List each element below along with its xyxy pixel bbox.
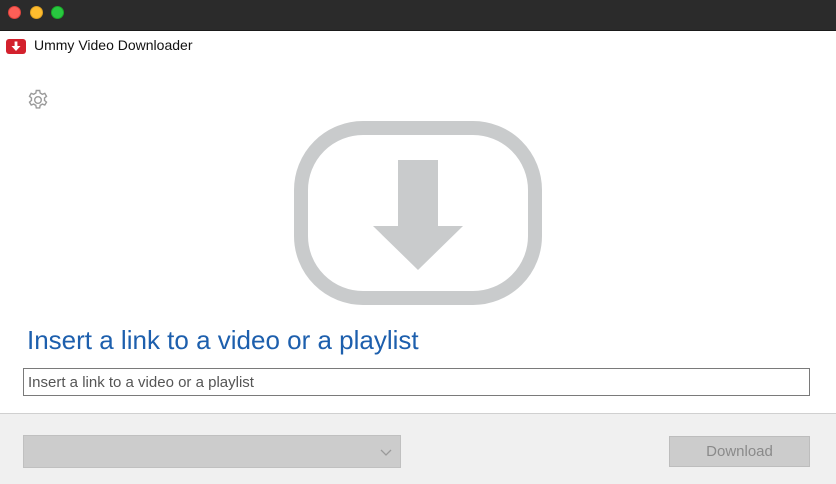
download-button[interactable]: Download — [669, 436, 810, 467]
gear-icon[interactable] — [26, 88, 50, 112]
window-close-button[interactable] — [8, 6, 21, 19]
app-window: Ummy Video Downloader Insert a link to a… — [0, 0, 836, 484]
page-title: Insert a link to a video or a playlist — [27, 325, 419, 355]
app-header: Ummy Video Downloader — [0, 31, 836, 61]
format-select[interactable] — [23, 435, 401, 468]
video-download-icon — [293, 120, 543, 306]
app-title: Ummy Video Downloader — [34, 37, 193, 53]
url-input[interactable] — [23, 368, 810, 396]
title-bar[interactable] — [0, 0, 836, 31]
bottom-panel: Download — [0, 413, 836, 484]
window-minimize-button[interactable] — [30, 6, 43, 19]
download-arrow-icon — [6, 39, 26, 54]
window-maximize-button[interactable] — [51, 6, 64, 19]
chevron-down-icon — [380, 449, 392, 456]
